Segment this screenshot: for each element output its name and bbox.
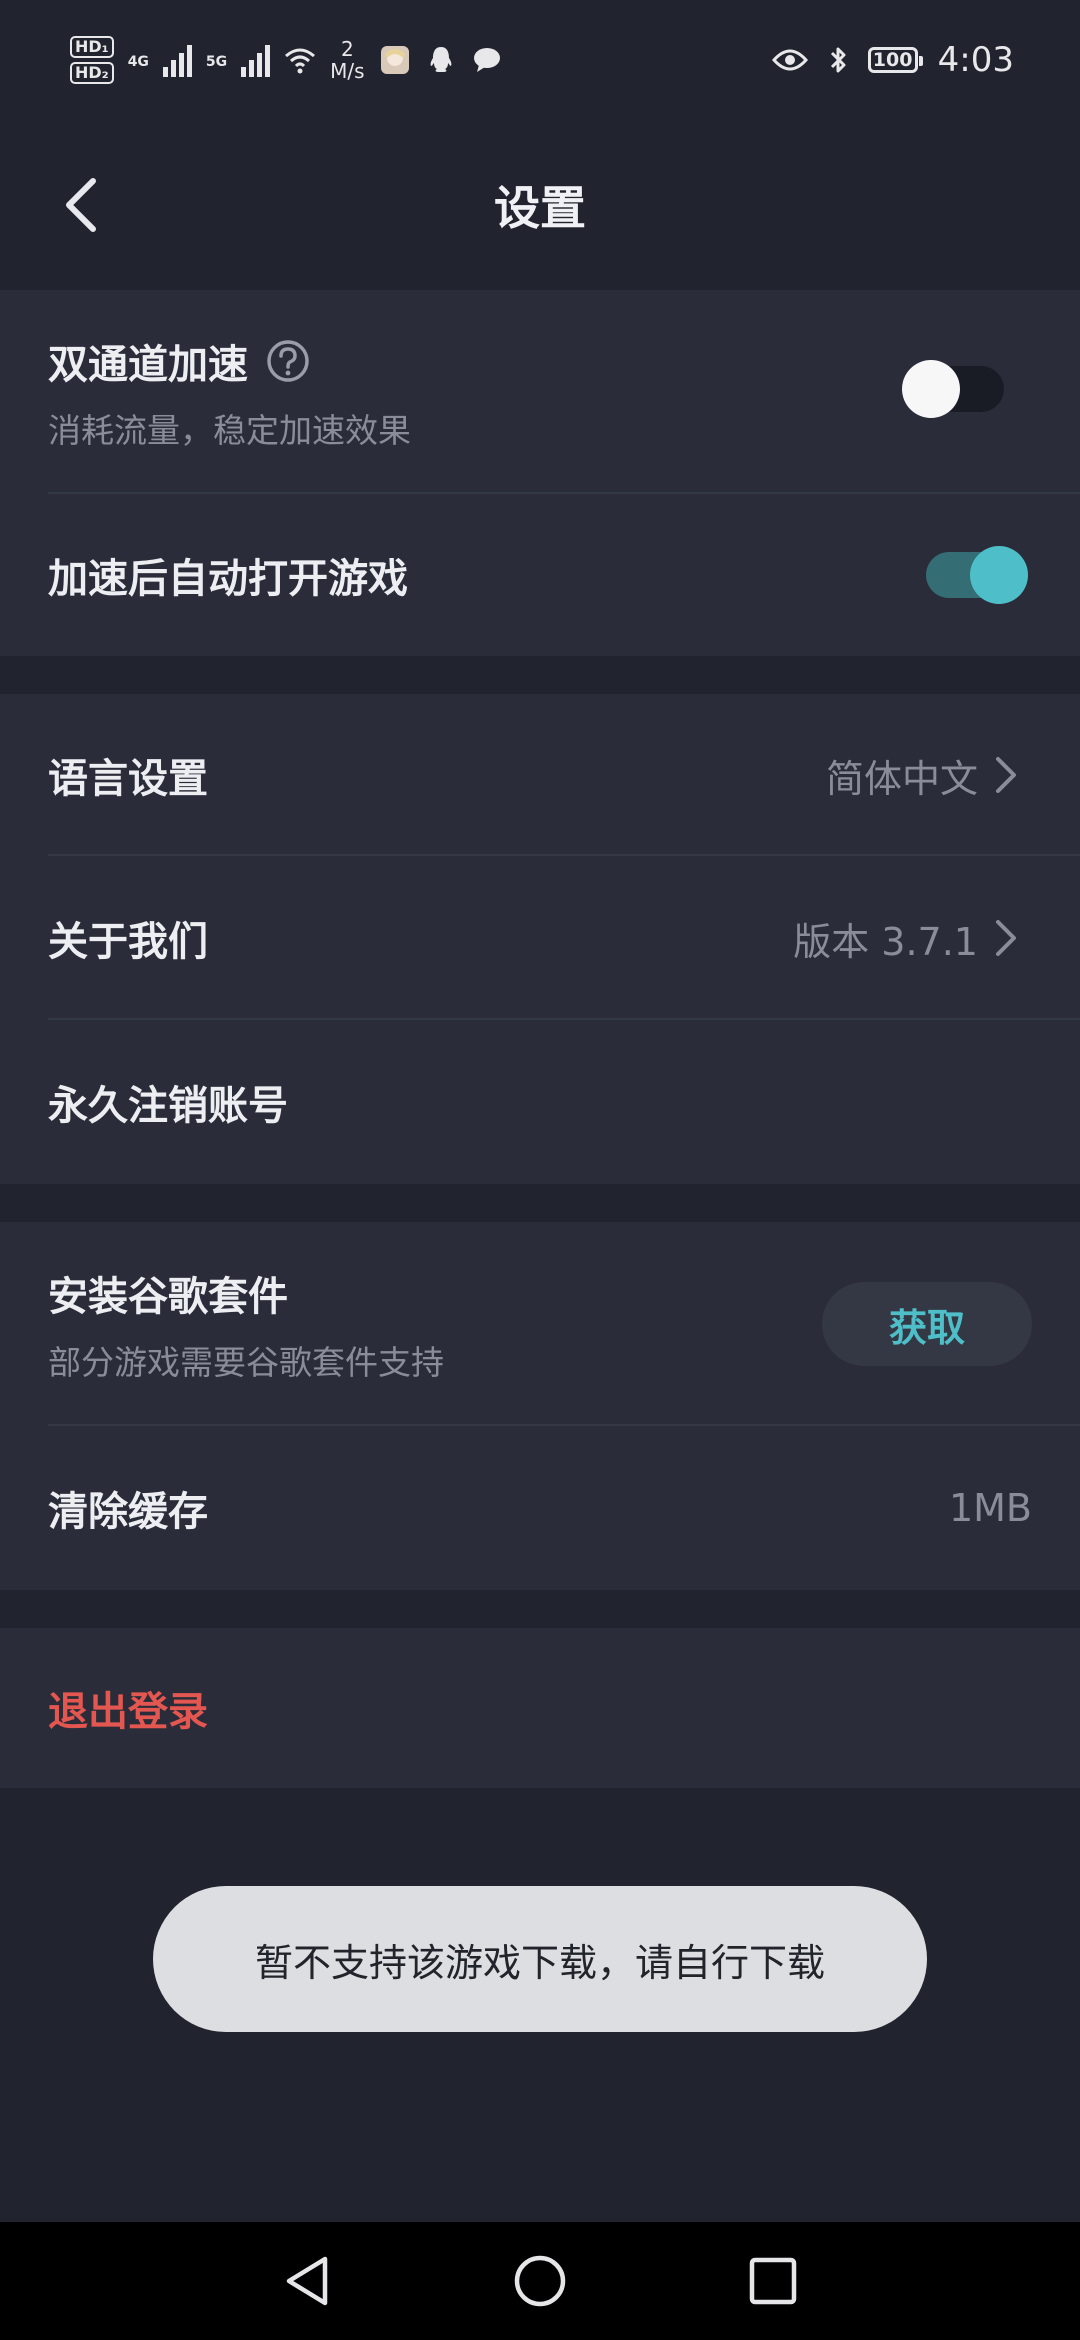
account-section: 退出登录 (0, 1628, 1080, 1788)
net2-label: 5G (205, 54, 228, 70)
clear-cache-text: 清除缓存 (48, 1479, 208, 1537)
language-row[interactable]: 语言设置 简体中文 (0, 694, 1080, 856)
network-speed: 2 M/s (330, 38, 364, 82)
triangle-back-icon (286, 2256, 327, 2306)
page-title: 设置 (494, 181, 586, 235)
get-google-suite-button[interactable]: 获取 (822, 1282, 1032, 1366)
acceleration-section: 双通道加速 消耗流量，稳定加速效果 加速后自动打开游戏 (0, 290, 1080, 656)
square-recent-icon (750, 2257, 797, 2305)
battery-icon: 100 (867, 47, 923, 73)
status-bar: HD₁ HD₂ 4G 5G 2 M/s 100 4:03 (0, 0, 1080, 120)
clear-cache-title: 清除缓存 (48, 1489, 208, 1535)
hd1-badge: HD₁ (70, 36, 114, 58)
about-text: 关于我们 (48, 909, 208, 967)
google-suite-row: 安装谷歌套件 部分游戏需要谷歌套件支持 获取 (0, 1222, 1080, 1426)
switch-knob (902, 360, 960, 418)
cache-size-value: 1MB (948, 1486, 1032, 1530)
switch-knob (970, 546, 1028, 604)
cache-size-group: 1MB (949, 1486, 1032, 1530)
toast-text: 暂不支持该游戏下载，请自行下载 (254, 1940, 825, 1985)
status-bar-right: 100 4:03 (771, 40, 1014, 80)
nav-recent-button[interactable] (738, 2246, 808, 2316)
qq-icon (430, 47, 451, 72)
dual-channel-title-line: 双通道加速 (48, 332, 411, 390)
about-title: 关于我们 (48, 919, 208, 965)
dual-channel-switch[interactable] (902, 360, 1004, 418)
logout-text: 退出登录 (48, 1679, 208, 1737)
google-suite-text: 安装谷歌套件 部分游戏需要谷歌套件支持 (48, 1264, 444, 1384)
signal2-icon (241, 43, 271, 77)
about-value: 版本 3.7.1 (793, 919, 978, 964)
language-value: 简体中文 (825, 756, 978, 801)
auto-open-text: 加速后自动打开游戏 (48, 546, 408, 604)
signal1-icon (162, 43, 192, 77)
system-nav-bar (0, 2222, 1080, 2340)
delete-account-title: 永久注销账号 (48, 1083, 288, 1129)
general-section: 语言设置 简体中文 关于我们 版本 3.7.1 永久注销账号 (0, 694, 1080, 1184)
delete-account-row[interactable]: 永久注销账号 (0, 1020, 1080, 1184)
chevron-right-icon (996, 920, 1016, 956)
about-value-group: 版本 3.7.1 (793, 911, 1020, 966)
logout-row[interactable]: 退出登录 (0, 1628, 1080, 1788)
delete-account-text: 永久注销账号 (48, 1073, 288, 1131)
battery-level: 100 (872, 49, 913, 71)
app-avatar-icon (380, 46, 409, 74)
clock: 4:03 (937, 40, 1014, 80)
toast-message: 暂不支持该游戏下载，请自行下载 (153, 1886, 927, 2032)
hd-indicators: HD₁ HD₂ (70, 36, 114, 84)
dual-channel-row: 双通道加速 消耗流量，稳定加速效果 (0, 290, 1080, 494)
status-bar-left: HD₁ HD₂ 4G 5G 2 M/s (70, 36, 503, 84)
speed-value: 2 (341, 37, 354, 61)
language-title: 语言设置 (48, 756, 208, 802)
dual-channel-title: 双通道加速 (48, 342, 248, 388)
language-value-group: 简体中文 (826, 748, 1020, 803)
message-icon (473, 48, 500, 72)
google-suite-subtitle: 部分游戏需要谷歌套件支持 (48, 1343, 444, 1382)
bluetooth-icon (830, 47, 846, 73)
dual-channel-text: 双通道加速 消耗流量，稳定加速效果 (48, 332, 411, 452)
about-row[interactable]: 关于我们 版本 3.7.1 (0, 856, 1080, 1020)
dual-channel-subtitle: 消耗流量，稳定加速效果 (48, 411, 411, 450)
wifi-icon (285, 48, 316, 74)
circle-home-icon (514, 2255, 566, 2307)
chevron-right-icon (996, 757, 1016, 793)
app-bar: 设置 (0, 120, 1080, 290)
nav-back-button[interactable] (272, 2246, 342, 2316)
tools-section: 安装谷歌套件 部分游戏需要谷歌套件支持 获取 清除缓存 1MB (0, 1222, 1080, 1590)
back-arrow-icon (66, 178, 96, 232)
question-circle-icon[interactable] (266, 339, 310, 383)
nav-home-button[interactable] (505, 2246, 575, 2316)
back-button[interactable] (46, 170, 116, 240)
logout-title: 退出登录 (48, 1689, 208, 1735)
net1-label: 4G (127, 54, 149, 70)
hd2-badge: HD₂ (70, 62, 114, 84)
auto-open-switch[interactable] (926, 546, 1028, 604)
clear-cache-row[interactable]: 清除缓存 1MB (0, 1426, 1080, 1590)
eye-icon (771, 49, 808, 71)
language-text: 语言设置 (48, 746, 208, 804)
auto-open-title: 加速后自动打开游戏 (48, 556, 408, 602)
auto-open-row: 加速后自动打开游戏 (0, 494, 1080, 656)
google-suite-title: 安装谷歌套件 (48, 1274, 288, 1320)
speed-unit: M/s (330, 59, 365, 83)
